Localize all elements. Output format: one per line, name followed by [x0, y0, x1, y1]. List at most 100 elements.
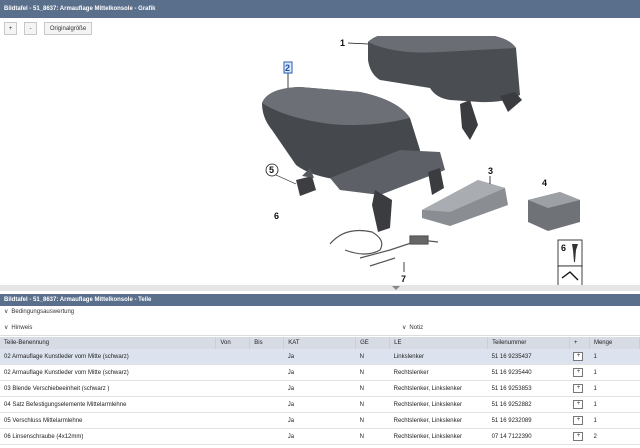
cell-le: Rechtslenker	[389, 364, 488, 381]
cell-ge: N	[355, 349, 390, 365]
col-header-from[interactable]: Von	[215, 337, 251, 349]
cell-add: +	[569, 349, 590, 365]
conditions-section[interactable]: ∨ Bedingungsauswertung	[0, 306, 640, 318]
table-row[interactable]: 03 Blende Verschiebeeinheit (schwarz ) Ja…	[0, 380, 640, 397]
cell-ge: N	[355, 412, 390, 429]
cell-le: Rechtslenker, Linkslenker	[389, 412, 488, 429]
cell-part-name: 03 Blende Verschiebeeinheit (schwarz )	[0, 380, 216, 397]
hint-label: Hinweis	[11, 325, 33, 331]
cell-le: Rechtslenker, Linkslenker	[389, 396, 488, 413]
callout-1[interactable]: 1	[340, 38, 345, 48]
cell-part-name: 04 Satz Befestigungselemente Mittelarmle…	[0, 396, 216, 413]
cell-ge: N	[355, 396, 390, 413]
cell-add: +	[569, 396, 590, 413]
col-header-kat[interactable]: KAT	[283, 337, 357, 349]
cell-kat: Ja	[283, 364, 356, 381]
cell-from	[215, 396, 250, 413]
note-section[interactable]: ∨ Notiz	[398, 322, 518, 334]
table-row[interactable]: 04 Satz Befestigungselemente Mittelarmle…	[0, 396, 640, 413]
chevron-down-icon: ∨	[4, 309, 9, 315]
add-to-cart-icon[interactable]: +	[573, 384, 584, 393]
table-row[interactable]: 05 Verschluss Mittelarmlehne Ja N Rechtslen…	[0, 412, 640, 429]
cell-to	[249, 396, 284, 413]
cell-quantity: 1	[589, 412, 640, 429]
col-header-ge[interactable]: GE	[355, 337, 391, 349]
callout-3[interactable]: 3	[488, 166, 493, 176]
cell-from	[215, 412, 250, 429]
cell-from	[215, 428, 250, 445]
table-header: Teile-Benennung Von Bis KAT GE LE Teilen…	[0, 337, 640, 349]
chevron-down-icon: ∨	[402, 325, 407, 331]
callout-6a[interactable]: 5	[269, 165, 274, 175]
hint-section[interactable]: ∨ Hinweis	[0, 322, 640, 334]
cell-part-name: 05 Verschluss Mittelarmlehne	[0, 412, 216, 429]
cell-kat: Ja	[283, 380, 356, 397]
col-header-name[interactable]: Teile-Benennung	[0, 337, 217, 349]
graphic-panel-title: Bildtafel - 51_8637: Armauflage Mittelko…	[0, 0, 640, 18]
callout-7[interactable]: 7	[401, 274, 406, 284]
cell-quantity: 1	[589, 364, 640, 381]
cell-part-number: 51 16 9235440	[487, 364, 570, 381]
col-header-to[interactable]: Bis	[249, 337, 285, 349]
cell-part-number: 07 14 7122390	[487, 428, 570, 445]
part-4-kit-box[interactable]	[528, 192, 580, 231]
cell-le: Rechtslenker, Linkslenker	[389, 428, 488, 445]
cell-quantity: 1	[589, 349, 640, 365]
col-header-le[interactable]: LE	[389, 337, 489, 349]
cell-part-name: 06 Linsenschraube (4x12mm)	[0, 428, 216, 445]
cell-kat: Ja	[283, 428, 356, 445]
cell-add: +	[569, 380, 590, 397]
original-size-button[interactable]: Originalgröße	[44, 22, 92, 35]
callout-4[interactable]: 4	[542, 178, 547, 188]
table-row[interactable]: 02 Armauflage Kunstleder vorn Mitte (sch…	[0, 349, 640, 365]
callout-5[interactable]: 6	[274, 211, 279, 221]
cell-from	[215, 364, 250, 381]
cell-part-name: 02 Armauflage Kunstleder vorn Mitte (sch…	[0, 349, 216, 365]
collapse-arrow-icon[interactable]	[390, 286, 402, 290]
zoom-in-button[interactable]: +	[4, 22, 17, 35]
graphic-toolbar: + - Originalgröße	[0, 22, 640, 36]
add-to-cart-icon[interactable]: +	[573, 352, 584, 361]
cell-part-number: 51 16 9235437	[487, 349, 570, 365]
cell-part-number: 51 16 9232089	[487, 412, 570, 429]
divider	[0, 335, 640, 336]
add-to-cart-icon[interactable]: +	[573, 400, 584, 409]
cell-part-name: 02 Armauflage Kunstleder vorn Mitte (sch…	[0, 364, 216, 381]
chevron-down-icon: ∨	[4, 325, 9, 331]
panel-splitter[interactable]	[0, 285, 640, 291]
cell-add: +	[569, 428, 590, 445]
cell-quantity: 1	[589, 380, 640, 397]
add-to-cart-icon[interactable]: +	[573, 432, 584, 441]
cell-le: Linkslenker	[389, 349, 488, 365]
cell-from	[215, 349, 250, 365]
col-header-part-number[interactable]: Teilenummer	[487, 337, 570, 349]
cell-to	[249, 412, 284, 429]
cell-ge: N	[355, 428, 390, 445]
add-to-cart-icon[interactable]: +	[573, 416, 584, 425]
cell-to	[249, 349, 284, 365]
cell-part-number: 51 16 9252882	[487, 396, 570, 413]
cell-ge: N	[355, 380, 390, 397]
add-to-cart-icon[interactable]: +	[573, 368, 584, 377]
cell-kat: Ja	[283, 349, 356, 365]
callout-6b[interactable]: 6	[561, 243, 566, 253]
col-header-add[interactable]: +	[569, 337, 590, 349]
zoom-out-button[interactable]: -	[24, 22, 37, 35]
cell-kat: Ja	[283, 396, 356, 413]
part-2-armrest[interactable]	[262, 87, 445, 232]
parts-diagram: 1 2 3 4 5 6 6 7	[0, 30, 640, 288]
cell-part-number: 51 16 9253853	[487, 380, 570, 397]
table-row[interactable]: 06 Linsenschraube (4x12mm) Ja N Rechtslenke…	[0, 428, 640, 445]
parts-table: Teile-Benennung Von Bis KAT GE LE Teilen…	[0, 337, 640, 445]
note-label: Notiz	[409, 325, 424, 331]
cell-add: +	[569, 412, 590, 429]
cell-to	[249, 364, 284, 381]
callout-2-selected[interactable]: 2	[285, 63, 290, 73]
part-7-harness[interactable]	[329, 229, 439, 267]
col-header-quantity[interactable]: Menge	[589, 337, 640, 349]
cell-add: +	[569, 364, 590, 381]
cell-to	[249, 428, 284, 445]
cell-from	[215, 380, 250, 397]
table-row[interactable]: 02 Armauflage Kunstleder vorn Mitte (sch…	[0, 364, 640, 381]
cell-le: Rechtslenker, Linkslenker	[389, 380, 488, 397]
